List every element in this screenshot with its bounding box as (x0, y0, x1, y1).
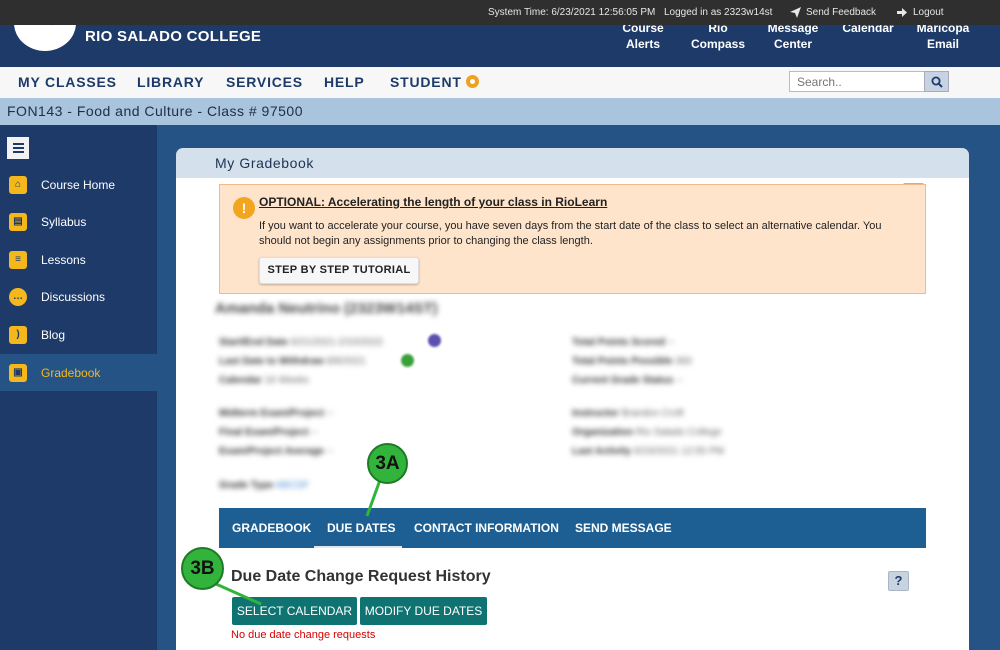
callout-pointer-lines (215, 479, 382, 606)
callout-3b: 3B (181, 547, 224, 590)
callout-3a: 3A (367, 443, 408, 484)
